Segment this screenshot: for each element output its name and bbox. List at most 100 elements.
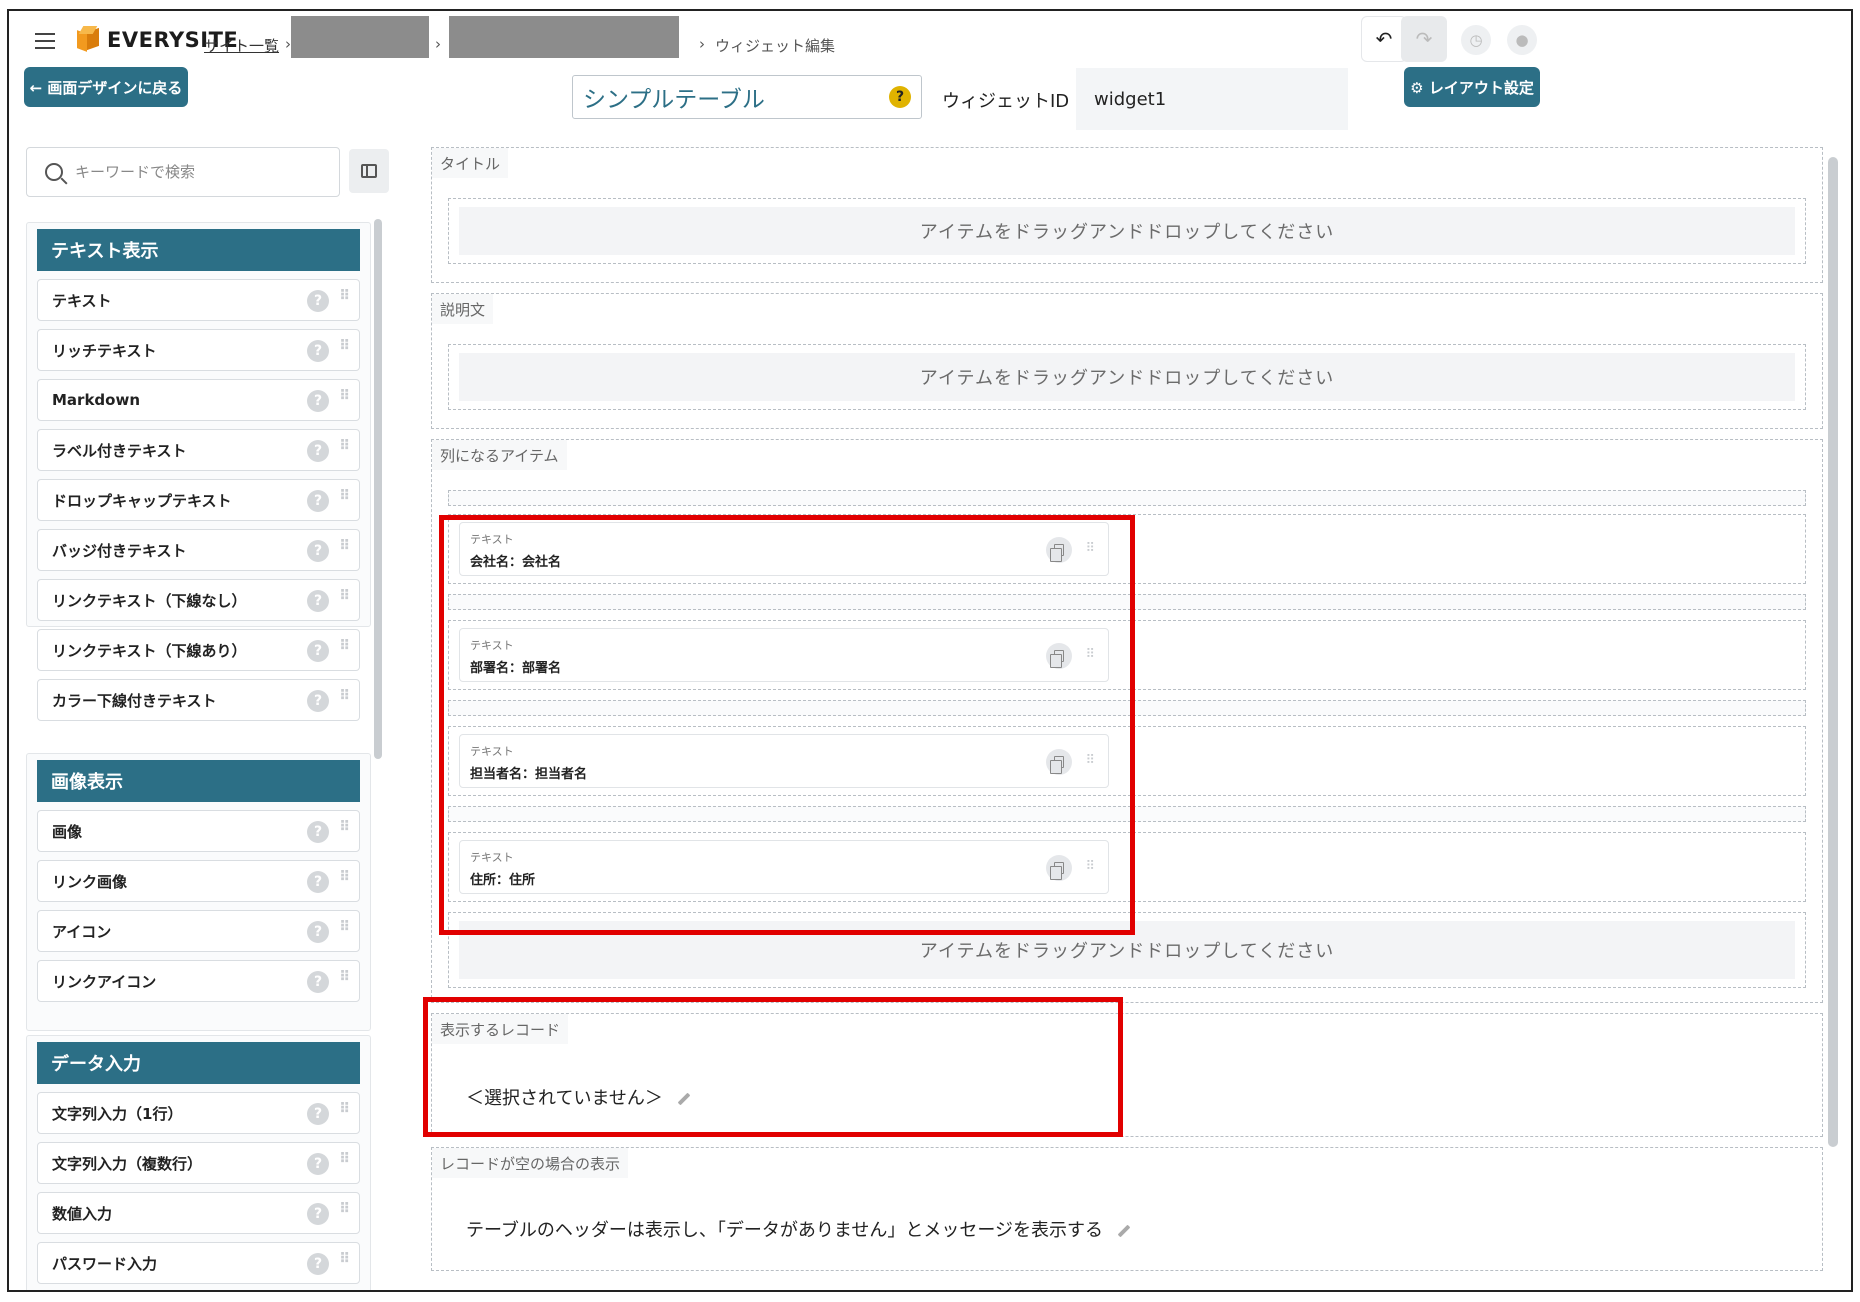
- user-avatar-icon[interactable]: ●: [1507, 25, 1537, 55]
- section-label: 列になるアイテム: [432, 440, 567, 470]
- drag-handle-icon[interactable]: ⠿: [339, 489, 350, 503]
- help-icon[interactable]: ?: [307, 440, 329, 462]
- widget-name-field[interactable]: シンプルテーブル ?: [572, 75, 922, 119]
- panel-toggle-button[interactable]: [349, 149, 389, 193]
- drop-zone[interactable]: アイテムをドラッグアンドドロップしてください: [448, 344, 1806, 410]
- sidebar-item[interactable]: バッジ付きテキスト? ⠿: [37, 529, 360, 571]
- help-icon[interactable]: ?: [307, 290, 329, 312]
- sidebar-item[interactable]: テキスト? ⠿: [37, 279, 360, 321]
- drag-handle-icon[interactable]: ⠿: [339, 820, 350, 834]
- drag-handle-icon[interactable]: ⠿: [339, 339, 350, 353]
- drop-zone-text: アイテムをドラッグアンドドロップしてください: [459, 353, 1795, 401]
- sidebar-item[interactable]: リンク画像? ⠿: [37, 860, 360, 902]
- group-text-display: テキスト表示 テキスト? ⠿ リッチテキスト? ⠿ Markdown? ⠿ ラベル付き…: [26, 222, 371, 721]
- help-icon[interactable]: ?: [307, 690, 329, 712]
- sidebar-item[interactable]: リッチテキスト? ⠿: [37, 329, 360, 371]
- sidebar-item[interactable]: 数値入力? ⠿: [37, 1192, 360, 1234]
- help-icon[interactable]: ?: [307, 1103, 329, 1125]
- help-icon[interactable]: ?: [307, 971, 329, 993]
- edit-icon[interactable]: [1117, 1224, 1131, 1238]
- drag-handle-icon[interactable]: ⠿: [339, 439, 350, 453]
- drag-handle-icon[interactable]: ⠿: [339, 1202, 350, 1216]
- drag-handle-icon[interactable]: ⠿: [339, 589, 350, 603]
- sidebar-item[interactable]: 文字列入力（複数行）? ⠿: [37, 1142, 360, 1184]
- sidebar-item[interactable]: Markdown? ⠿: [37, 379, 360, 421]
- widget-name-value: シンプルテーブル: [583, 87, 765, 113]
- drag-handle-icon[interactable]: ⠿: [339, 289, 350, 303]
- insert-slot[interactable]: [448, 490, 1806, 506]
- drag-handle-icon[interactable]: ⠿: [339, 389, 350, 403]
- undo-icon: ↶: [1375, 27, 1393, 51]
- sidebar-item[interactable]: リンクアイコン? ⠿: [37, 960, 360, 1002]
- sidebar-item[interactable]: リンクテキスト（下線あり）? ⠿: [37, 629, 360, 671]
- highlight-box: [423, 997, 1123, 1137]
- help-icon[interactable]: ?: [307, 1203, 329, 1225]
- breadcrumb-site-list[interactable]: サイト一覧: [204, 35, 279, 56]
- help-icon[interactable]: ?: [307, 640, 329, 662]
- sidebar-item[interactable]: ドロップキャップテキスト? ⠿: [37, 479, 360, 521]
- redo-button[interactable]: ↷: [1401, 16, 1447, 62]
- redacted-breadcrumb[interactable]: [291, 16, 429, 58]
- redacted-breadcrumb[interactable]: [449, 16, 679, 58]
- sidebar-item[interactable]: 文字列入力（1行）? ⠿: [37, 1092, 360, 1134]
- group-title: テキスト表示: [37, 229, 360, 271]
- widget-id-label: ウィジェットID: [942, 91, 1070, 112]
- sidebar-item[interactable]: リンクテキスト（下線なし）? ⠿: [37, 579, 360, 621]
- drag-handle-icon[interactable]: ⠿: [339, 870, 350, 884]
- group-title: 画像表示: [37, 760, 360, 802]
- help-icon[interactable]: ?: [307, 921, 329, 943]
- help-icon[interactable]: ?: [889, 86, 911, 108]
- group-title: データ入力: [37, 1042, 360, 1084]
- sidebar-item[interactable]: カラー下線付きテキスト? ⠿: [37, 679, 360, 721]
- drag-handle-icon[interactable]: ⠿: [339, 1252, 350, 1266]
- help-icon[interactable]: ?: [307, 340, 329, 362]
- search-box[interactable]: [26, 147, 340, 197]
- drag-handle-icon[interactable]: ⠿: [339, 1152, 350, 1166]
- canvas-scrollbar[interactable]: [1827, 151, 1839, 1151]
- drop-zone-text: アイテムをドラッグアンドドロップしてください: [459, 207, 1795, 255]
- sidebar-item[interactable]: パスワード入力? ⠿: [37, 1242, 360, 1284]
- help-icon[interactable]: ?: [307, 1253, 329, 1275]
- sidebar-item[interactable]: ラベル付きテキスト? ⠿: [37, 429, 360, 471]
- help-icon[interactable]: ?: [307, 590, 329, 612]
- title-section: タイトル アイテムをドラッグアンドドロップしてください: [431, 147, 1823, 283]
- sidebar-toggle-icon: [361, 164, 377, 178]
- empty-display-value: テーブルのヘッダーは表示し、「データがありません」とメッセージを表示する: [466, 1220, 1104, 1241]
- group-data-input: データ入力 文字列入力（1行）? ⠿ 文字列入力（複数行）? ⠿ 数値入力? ⠿ パス…: [26, 1035, 371, 1290]
- help-icon[interactable]: ?: [307, 490, 329, 512]
- back-to-design-button[interactable]: ← 画面デザインに戻る: [24, 67, 188, 107]
- drag-handle-icon[interactable]: ⠿: [339, 920, 350, 934]
- breadcrumb-separator: ›: [699, 35, 705, 53]
- group-image-display: 画像表示 画像? ⠿ リンク画像? ⠿ アイコン? ⠿ リンクアイコン? ⠿: [26, 753, 371, 1031]
- help-icon[interactable]: ?: [307, 390, 329, 412]
- help-icon[interactable]: ?: [307, 821, 329, 843]
- breadcrumb-separator: ›: [435, 35, 441, 53]
- sidebar-item[interactable]: 画像? ⠿: [37, 810, 360, 852]
- description-section: 説明文 アイテムをドラッグアンドドロップしてください: [431, 293, 1823, 429]
- search-input[interactable]: [75, 163, 315, 181]
- app-window: EVERYSITE サイト一覧 › › › ウィジェット編集 ↶ ↷ ◷ ● ←…: [7, 9, 1853, 1292]
- help-icon[interactable]: ?: [307, 1153, 329, 1175]
- empty-display-setting[interactable]: テーブルのヘッダーは表示し、「データがありません」とメッセージを表示する: [466, 1216, 1131, 1242]
- drag-handle-icon[interactable]: ⠿: [339, 689, 350, 703]
- logo-mark-icon: [75, 26, 101, 54]
- breadcrumb-current: ウィジェット編集: [715, 37, 836, 55]
- drag-handle-icon[interactable]: ⠿: [339, 970, 350, 984]
- drag-handle-icon[interactable]: ⠿: [339, 539, 350, 553]
- menu-icon[interactable]: [35, 33, 55, 49]
- top-header: EVERYSITE サイト一覧 › › › ウィジェット編集 ↶ ↷ ◷ ●: [9, 11, 1851, 69]
- drag-handle-icon[interactable]: ⠿: [339, 1102, 350, 1116]
- sidebar-scrollbar[interactable]: [373, 211, 383, 1290]
- search-icon: [45, 163, 63, 181]
- widget-id-field[interactable]: widget1: [1076, 68, 1348, 130]
- drag-handle-icon[interactable]: ⠿: [339, 639, 350, 653]
- sidebar-item[interactable]: アイコン? ⠿: [37, 910, 360, 952]
- history-icon[interactable]: ◷: [1461, 25, 1491, 55]
- help-icon[interactable]: ?: [307, 871, 329, 893]
- section-label: タイトル: [432, 148, 509, 178]
- drop-zone[interactable]: アイテムをドラッグアンドドロップしてください: [448, 198, 1806, 264]
- layout-settings-button[interactable]: ⚙ レイアウト設定: [1404, 67, 1540, 107]
- section-label: 説明文: [432, 294, 494, 324]
- section-label: レコードが空の場合の表示: [432, 1148, 629, 1178]
- help-icon[interactable]: ?: [307, 540, 329, 562]
